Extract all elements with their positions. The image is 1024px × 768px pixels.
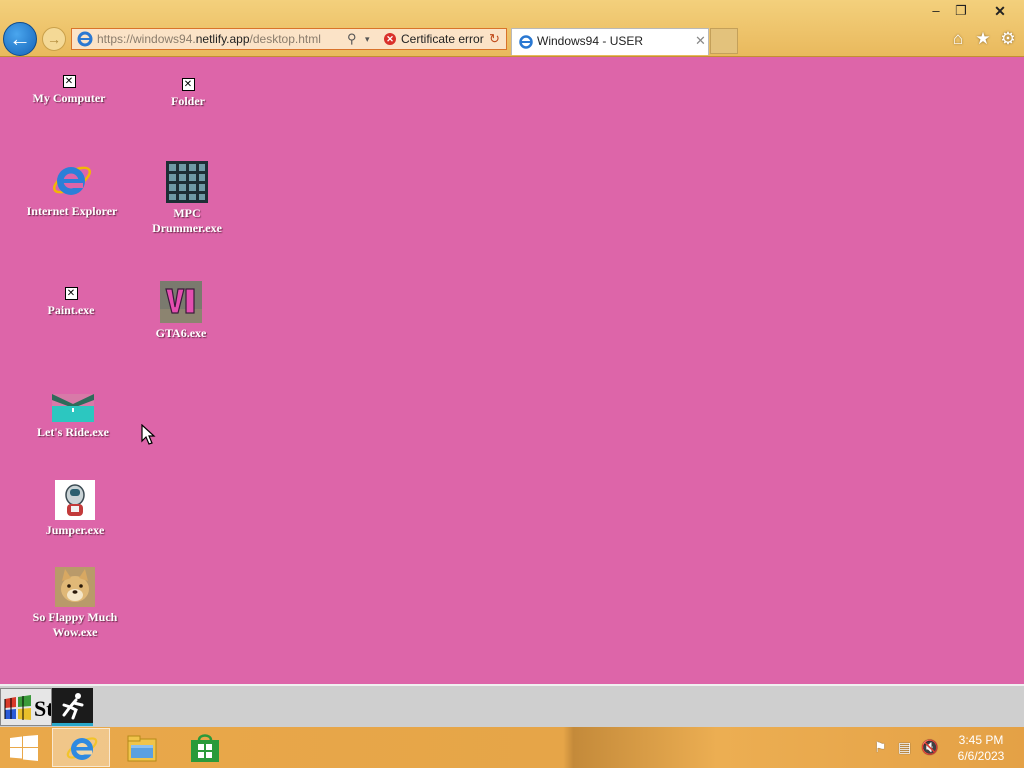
chevron-down-icon[interactable]: ▾ xyxy=(365,29,370,49)
running-app-button[interactable] xyxy=(52,688,93,726)
windows-start-icon[interactable] xyxy=(10,735,38,761)
lets-ride-game-icon xyxy=(52,394,94,422)
win94-start-label: St xyxy=(34,696,52,721)
internet-explorer-icon xyxy=(66,737,98,760)
desktop[interactable]: ✕ My Computer ✕ Folder Internet Explorer… xyxy=(0,57,1024,684)
gta-vi-logo-icon xyxy=(160,281,202,323)
back-button[interactable]: ← xyxy=(3,22,37,56)
desktop-icon-label: GTA6.exe xyxy=(155,326,207,340)
drum-pad-grid-icon xyxy=(166,161,208,203)
volume-muted-icon[interactable]: 🔇 xyxy=(921,739,938,756)
desktop-icon-gta6[interactable]: GTA6.exe xyxy=(131,281,231,341)
gear-icon[interactable]: ⚙ xyxy=(998,29,1018,49)
broken-image-icon: ✕ xyxy=(181,78,195,91)
os-taskbar: ⚑ ▤ 🔇 3:45 PM 6/6/2023 xyxy=(0,727,1024,768)
action-center-flag-icon[interactable]: ⚑ xyxy=(874,739,887,756)
doge-icon xyxy=(55,567,95,607)
clock-time[interactable]: 3:45 PM xyxy=(950,733,1012,747)
desktop-icon-folder[interactable]: ✕ Folder xyxy=(138,78,238,109)
file-explorer-icon[interactable] xyxy=(126,733,158,763)
internet-explorer-icon xyxy=(77,31,93,47)
desktop-icon-lets-ride[interactable]: Let's Ride.exe xyxy=(23,394,123,440)
win94-taskbar: St xyxy=(0,684,1024,727)
new-tab-button[interactable] xyxy=(710,28,738,54)
browser-chrome: – ❐ ✕ ← → https://windows94.netlify.app/… xyxy=(0,0,1024,57)
internet-explorer-icon xyxy=(52,166,92,195)
win94-start-button[interactable]: St xyxy=(0,688,52,726)
desktop-icon-label: My Computer xyxy=(32,91,106,105)
certificate-error-label[interactable]: Certificate error xyxy=(401,29,484,49)
tab-windows94[interactable]: Windows94 - USER ✕ xyxy=(511,28,709,55)
desktop-icon-label: Folder xyxy=(171,94,205,108)
internet-explorer-icon xyxy=(519,35,533,49)
clock-date[interactable]: 6/6/2023 xyxy=(950,749,1012,763)
address-bar[interactable]: https://windows94.netlify.app/desktop.ht… xyxy=(71,28,507,50)
refresh-icon[interactable]: ↻ xyxy=(489,29,500,49)
desktop-icon-label: Paint.exe xyxy=(47,303,95,317)
broken-image-icon: ✕ xyxy=(62,75,76,88)
store-icon[interactable] xyxy=(190,733,220,763)
favorites-icon[interactable]: ★ xyxy=(973,29,993,49)
address-url[interactable]: https://windows94.netlify.app/desktop.ht… xyxy=(97,29,321,49)
desktop-icon-label: Let's Ride.exe xyxy=(37,425,109,439)
desktop-icon-mpc-drummer[interactable]: MPC Drummer.exe xyxy=(137,161,237,236)
forward-button[interactable]: → xyxy=(42,27,66,51)
desktop-icon-internet-explorer[interactable]: Internet Explorer xyxy=(22,159,122,219)
desktop-icon-paint[interactable]: ✕ Paint.exe xyxy=(21,287,121,318)
jumper-game-icon xyxy=(55,480,95,520)
desktop-icon-so-flappy-much-wow[interactable]: So Flappy Much Wow.exe xyxy=(25,567,125,640)
mouse-cursor-icon xyxy=(141,424,156,445)
search-icon[interactable]: ⚲ xyxy=(347,29,357,49)
restore-button[interactable]: ❐ xyxy=(946,2,976,20)
broken-image-icon: ✕ xyxy=(64,287,78,300)
certificate-error-icon[interactable]: ✕ xyxy=(384,33,396,45)
home-icon[interactable]: ⌂ xyxy=(948,29,968,49)
taskbar-internet-explorer[interactable] xyxy=(52,728,110,767)
close-tab-icon[interactable]: ✕ xyxy=(695,33,706,49)
desktop-icon-label: Jumper.exe xyxy=(45,523,105,537)
desktop-icon-jumper[interactable]: Jumper.exe xyxy=(25,480,125,538)
close-window-button[interactable]: ✕ xyxy=(985,2,1015,20)
desktop-icon-label: So Flappy Much Wow.exe xyxy=(32,610,118,639)
runner-icon xyxy=(62,693,84,720)
tab-title: Windows94 - USER xyxy=(537,34,644,48)
network-icon[interactable]: ▤ xyxy=(898,739,911,756)
desktop-icon-my-computer[interactable]: ✕ My Computer xyxy=(19,75,119,106)
desktop-icon-label: Internet Explorer xyxy=(26,204,118,218)
desktop-icon-label: MPC Drummer.exe xyxy=(152,206,222,235)
windows-flag-icon xyxy=(4,695,31,720)
